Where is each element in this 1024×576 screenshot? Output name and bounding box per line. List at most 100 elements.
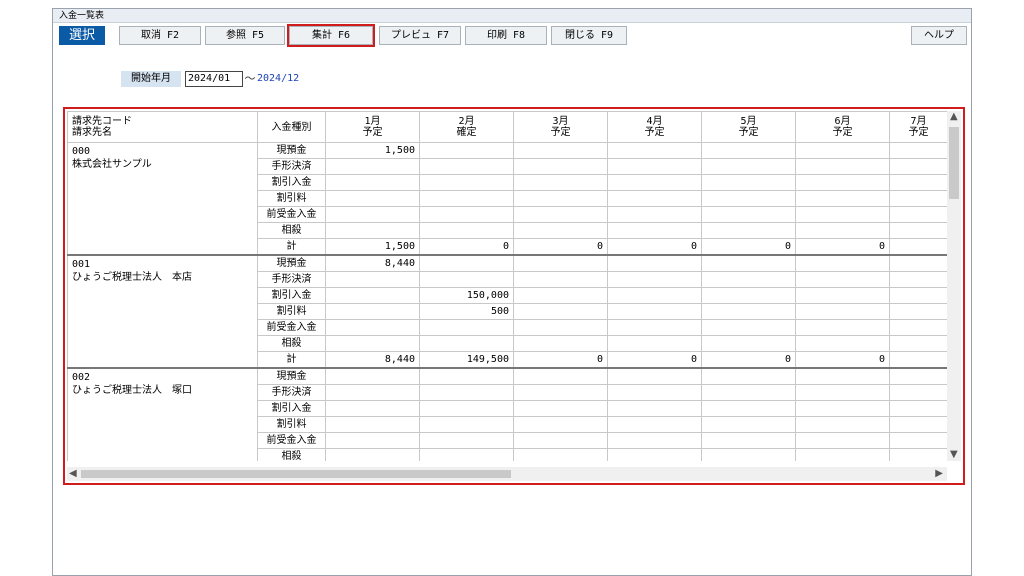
amount-cell[interactable] (795, 254, 890, 272)
amount-cell[interactable] (513, 222, 608, 239)
amount-cell[interactable] (795, 206, 890, 223)
amount-cell[interactable] (419, 174, 514, 191)
amount-cell[interactable] (607, 206, 702, 223)
amount-cell[interactable]: 0 (607, 351, 702, 369)
amount-cell[interactable] (325, 367, 420, 385)
amount-cell[interactable] (419, 271, 514, 288)
amount-cell[interactable] (325, 158, 420, 175)
reference-button[interactable]: 参照 F5 (205, 26, 285, 45)
chevron-left-icon[interactable]: ◀ (69, 468, 77, 480)
amount-cell[interactable] (419, 432, 514, 449)
amount-cell[interactable]: 0 (795, 351, 890, 369)
amount-cell[interactable] (701, 254, 796, 272)
amount-cell[interactable] (701, 271, 796, 288)
amount-cell[interactable] (513, 158, 608, 175)
amount-cell[interactable] (513, 448, 608, 461)
print-button[interactable]: 印刷 F8 (465, 26, 547, 45)
amount-cell[interactable] (325, 400, 420, 417)
aggregate-button[interactable]: 集計 F6 (287, 24, 375, 47)
amount-cell[interactable] (795, 319, 890, 336)
amount-cell[interactable] (513, 287, 608, 304)
amount-cell[interactable] (325, 287, 420, 304)
amount-cell[interactable]: 0 (795, 238, 890, 256)
amount-cell[interactable] (607, 303, 702, 320)
amount-cell[interactable] (889, 319, 947, 336)
amount-cell[interactable] (513, 384, 608, 401)
amount-cell[interactable] (419, 448, 514, 461)
amount-cell[interactable] (513, 400, 608, 417)
amount-cell[interactable] (889, 303, 947, 320)
client-cell[interactable]: 002 ひょうご税理士法人 塚口 (67, 367, 258, 461)
amount-cell[interactable] (701, 400, 796, 417)
amount-cell[interactable] (419, 190, 514, 207)
amount-cell[interactable] (419, 335, 514, 352)
amount-cell[interactable] (513, 367, 608, 385)
amount-cell[interactable] (513, 206, 608, 223)
amount-cell[interactable]: 0 (701, 238, 796, 256)
amount-cell[interactable] (701, 432, 796, 449)
amount-cell[interactable] (889, 254, 947, 272)
amount-cell[interactable] (607, 174, 702, 191)
amount-cell[interactable] (795, 158, 890, 175)
amount-cell[interactable] (325, 335, 420, 352)
amount-cell[interactable] (889, 158, 947, 175)
amount-cell[interactable] (889, 238, 947, 256)
amount-cell[interactable]: 1,500 (325, 142, 420, 159)
vertical-scroll-thumb[interactable] (949, 127, 959, 199)
amount-cell[interactable] (607, 271, 702, 288)
amount-cell[interactable] (419, 416, 514, 433)
amount-cell[interactable] (419, 158, 514, 175)
close-button[interactable]: 閉じる F9 (551, 26, 627, 45)
amount-cell[interactable] (889, 222, 947, 239)
amount-cell[interactable] (607, 158, 702, 175)
amount-cell[interactable] (889, 287, 947, 304)
amount-cell[interactable] (325, 206, 420, 223)
amount-cell[interactable] (795, 400, 890, 417)
amount-cell[interactable] (795, 190, 890, 207)
amount-cell[interactable] (795, 174, 890, 191)
amount-cell[interactable]: 149,500 (419, 351, 514, 369)
amount-cell[interactable] (325, 448, 420, 461)
amount-cell[interactable] (513, 319, 608, 336)
amount-cell[interactable] (701, 190, 796, 207)
client-cell[interactable]: 000 株式会社サンプル (67, 142, 258, 256)
chevron-down-icon[interactable]: ▼ (950, 449, 958, 461)
amount-cell[interactable] (513, 303, 608, 320)
amount-cell[interactable] (607, 254, 702, 272)
amount-cell[interactable]: 0 (513, 351, 608, 369)
amount-cell[interactable] (889, 142, 947, 159)
amount-cell[interactable] (701, 287, 796, 304)
amount-cell[interactable] (607, 400, 702, 417)
amount-cell[interactable] (701, 367, 796, 385)
amount-cell[interactable] (513, 335, 608, 352)
amount-cell[interactable] (795, 222, 890, 239)
amount-cell[interactable] (607, 319, 702, 336)
amount-cell[interactable] (513, 271, 608, 288)
amount-cell[interactable] (795, 303, 890, 320)
amount-cell[interactable] (889, 448, 947, 461)
amount-cell[interactable] (701, 158, 796, 175)
amount-cell[interactable] (889, 432, 947, 449)
amount-cell[interactable] (607, 448, 702, 461)
amount-cell[interactable] (889, 174, 947, 191)
amount-cell[interactable] (701, 303, 796, 320)
amount-cell[interactable] (325, 174, 420, 191)
amount-cell[interactable] (795, 384, 890, 401)
preview-button[interactable]: プレビュ F7 (379, 26, 461, 45)
amount-cell[interactable] (419, 367, 514, 385)
table-row[interactable]: 002 ひょうご税理士法人 塚口 現預金 (67, 367, 947, 461)
amount-cell[interactable] (419, 206, 514, 223)
amount-cell[interactable]: 0 (701, 351, 796, 369)
amount-cell[interactable] (701, 448, 796, 461)
amount-cell[interactable] (513, 142, 608, 159)
amount-cell[interactable] (701, 416, 796, 433)
amount-cell[interactable] (889, 206, 947, 223)
amount-cell[interactable] (325, 222, 420, 239)
amount-cell[interactable]: 0 (607, 238, 702, 256)
amount-cell[interactable] (419, 254, 514, 272)
amount-cell[interactable] (701, 319, 796, 336)
amount-cell[interactable] (607, 287, 702, 304)
amount-cell[interactable] (795, 416, 890, 433)
amount-cell[interactable] (513, 432, 608, 449)
amount-cell[interactable] (607, 142, 702, 159)
